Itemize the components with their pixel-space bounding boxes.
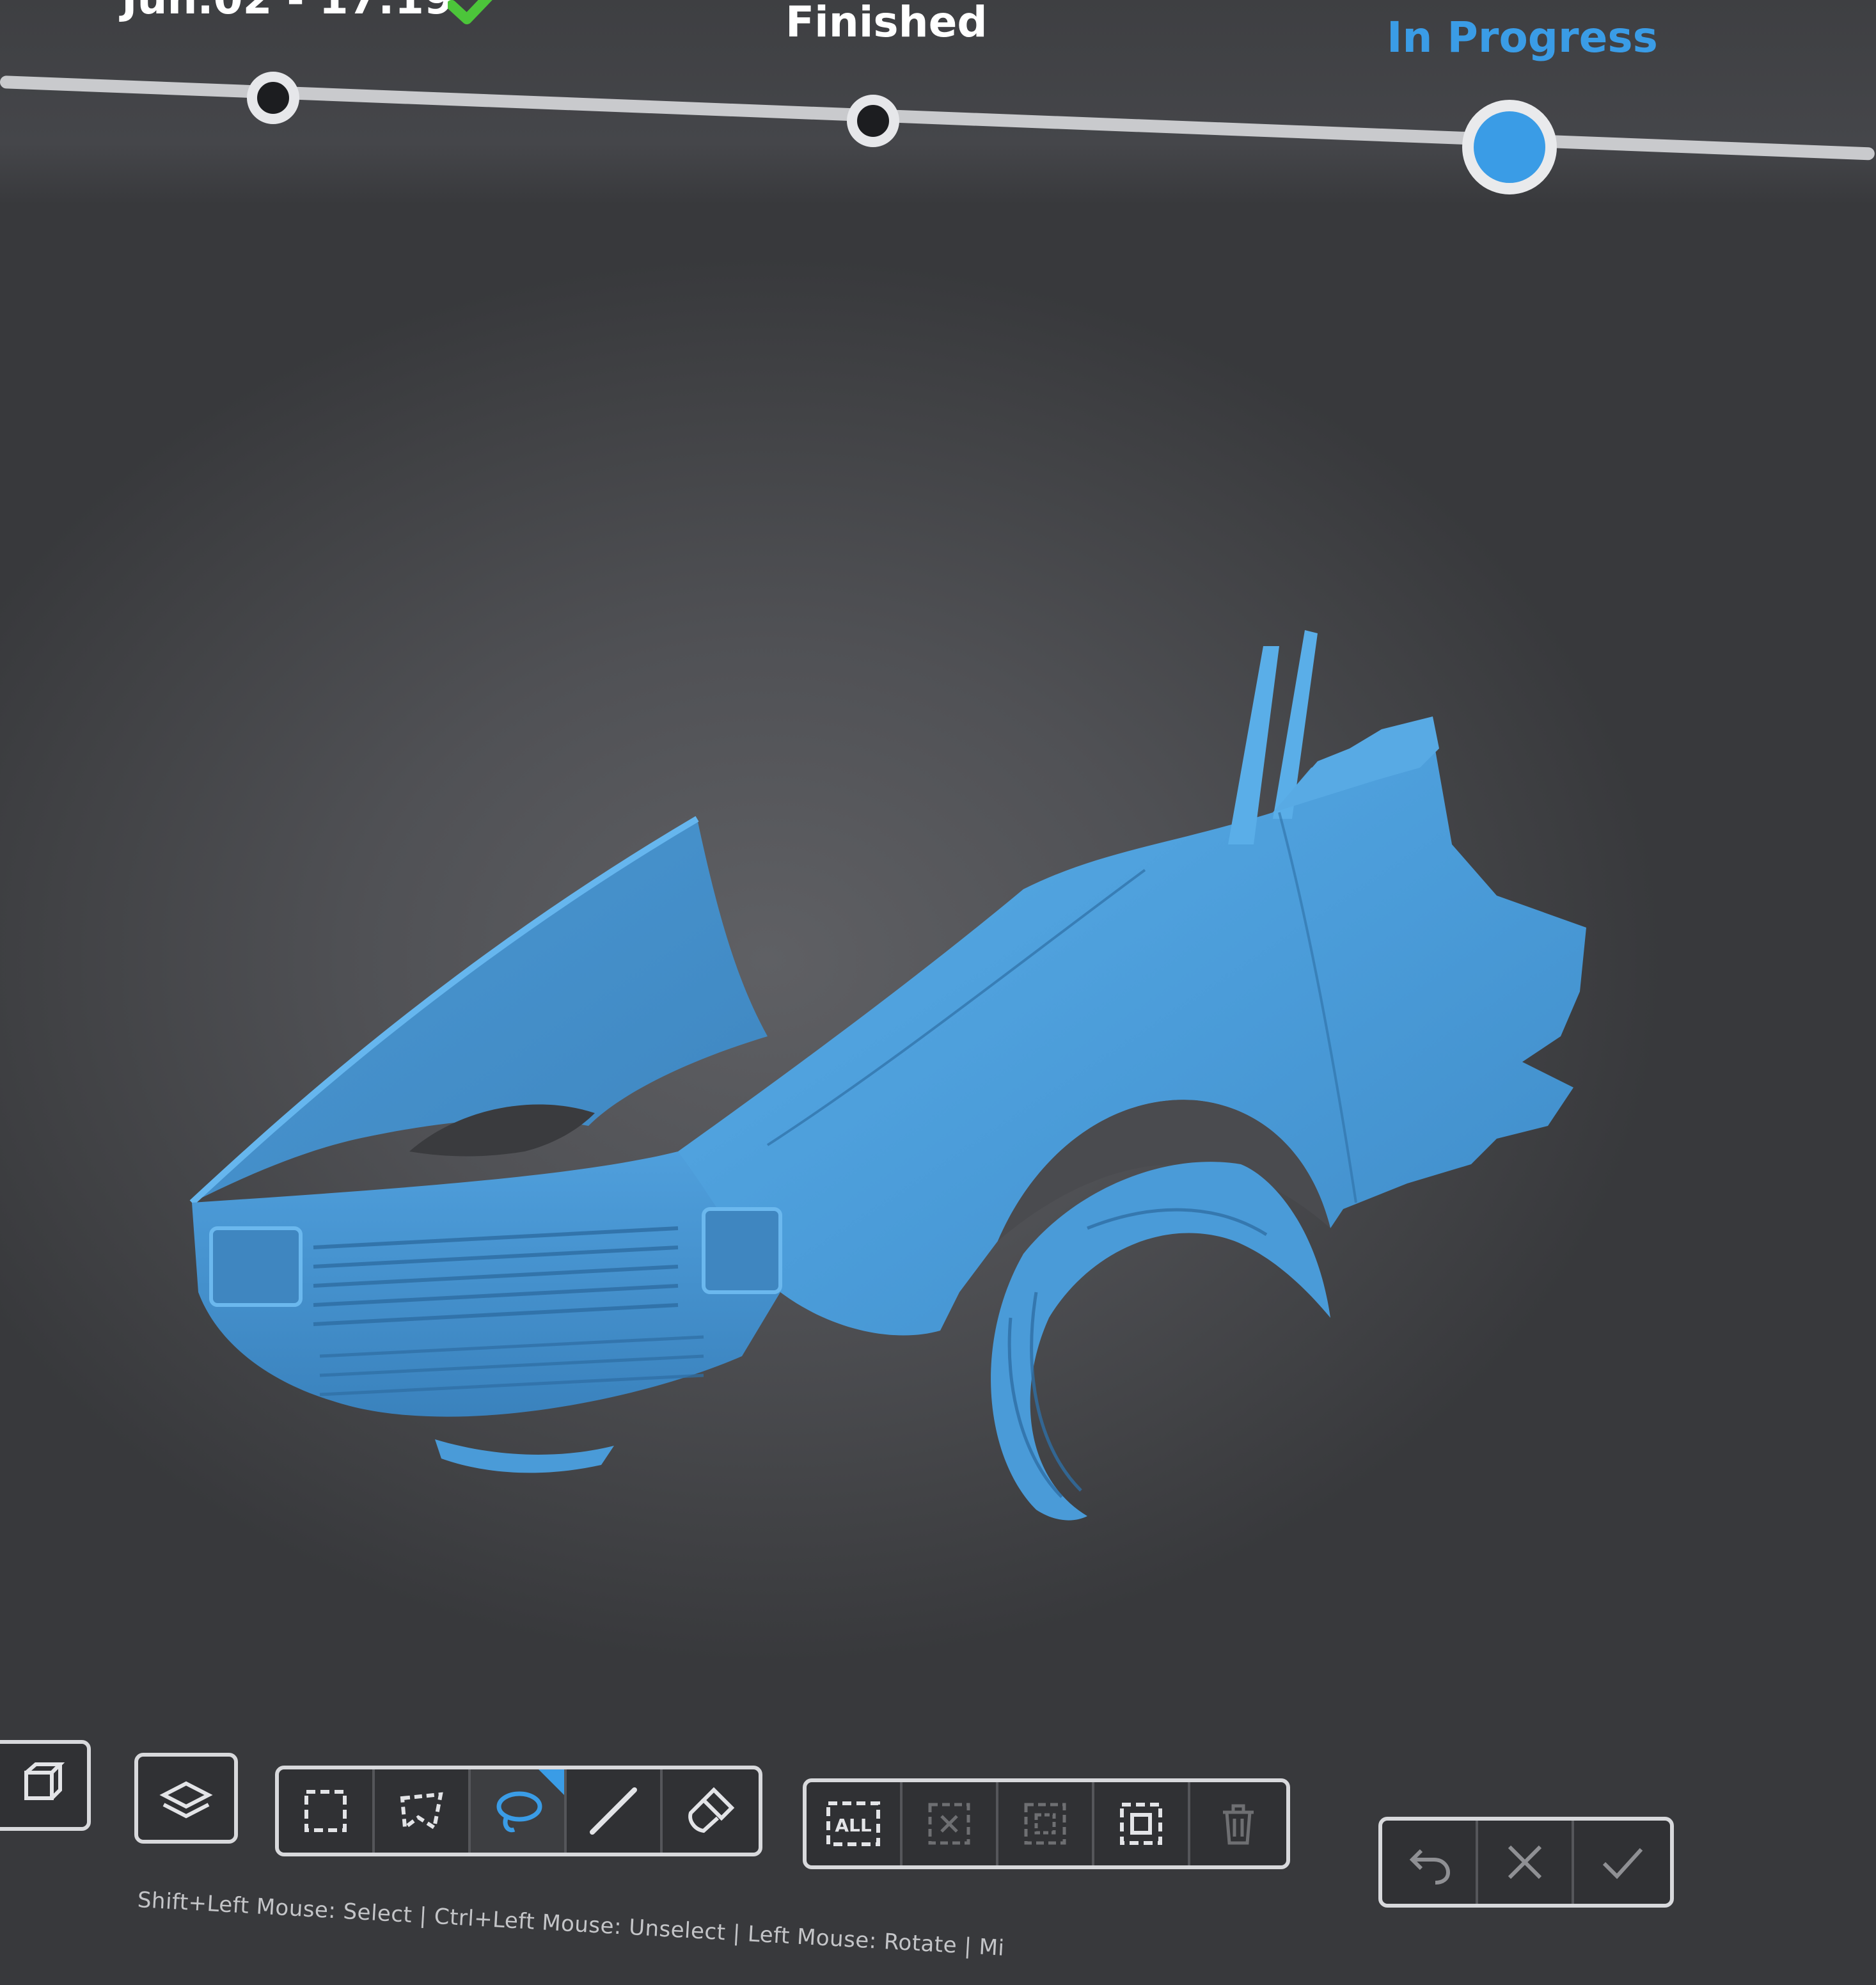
brush-select-button[interactable] (663, 1769, 759, 1853)
3d-viewport[interactable] (0, 205, 1876, 1714)
polygon-select-icon (400, 1792, 443, 1831)
delete-button[interactable] (1190, 1782, 1286, 1865)
scan-app-window: Jun.02 - 17:19 Finished In Progress (0, 0, 1876, 1985)
view-tool-group-2 (134, 1753, 238, 1844)
undo-button[interactable] (1382, 1821, 1478, 1904)
check-icon (448, 0, 493, 24)
polygon-select-button[interactable] (375, 1769, 471, 1853)
underside-edge (435, 1439, 614, 1473)
wireframe-cube-icon (24, 1762, 65, 1800)
invert-selection-icon (1024, 1803, 1066, 1845)
step-label-2: Finished (785, 0, 988, 47)
timeline-node-3-active[interactable] (1462, 100, 1557, 194)
select-all-icon: ALL (826, 1801, 880, 1846)
headlight-right (702, 1207, 782, 1294)
lasso-select-button[interactable] (471, 1769, 567, 1853)
headlight-left (209, 1226, 303, 1307)
car-front-scan-model[interactable] (0, 205, 1876, 1714)
rectangle-select-icon (304, 1790, 347, 1832)
fender-body (678, 736, 1586, 1336)
cancel-icon (1508, 1845, 1542, 1879)
layers-button[interactable] (138, 1757, 234, 1840)
timeline-node-2[interactable] (847, 95, 899, 147)
edit-tool-group: ALL (803, 1778, 1290, 1869)
step-label-3: In Progress (1387, 13, 1658, 62)
timeline-node-1[interactable] (247, 72, 299, 124)
select-connected-icon (1120, 1803, 1162, 1845)
step-label-1: Jun.02 - 17:19 (122, 0, 453, 24)
select-all-button[interactable]: ALL (807, 1782, 903, 1865)
selection-tool-group (275, 1766, 762, 1856)
line-select-button[interactable] (567, 1769, 663, 1853)
confirm-icon (1602, 1847, 1643, 1879)
action-tool-group (1378, 1817, 1674, 1908)
rectangle-select-button[interactable] (279, 1769, 375, 1853)
invert-selection-button[interactable] (998, 1782, 1094, 1865)
line-select-icon (590, 1787, 637, 1835)
layers-icon (159, 1781, 213, 1819)
active-tool-marker (539, 1769, 564, 1795)
undo-icon (1409, 1849, 1451, 1885)
deselect-icon (928, 1803, 970, 1845)
progress-timeline: Jun.02 - 17:19 Finished In Progress (0, 0, 1876, 205)
cancel-button[interactable] (1478, 1821, 1574, 1904)
brush-select-icon (688, 1787, 735, 1833)
select-all-label: ALL (835, 1815, 872, 1836)
view-tool-group-1 (0, 1740, 91, 1831)
confirm-button[interactable] (1574, 1821, 1670, 1904)
lasso-select-icon (496, 1791, 542, 1833)
deselect-button[interactable] (903, 1782, 998, 1865)
select-connected-button[interactable] (1094, 1782, 1190, 1865)
tire-scan (991, 1162, 1330, 1521)
wireframe-view-button[interactable] (0, 1744, 87, 1827)
delete-icon (1223, 1804, 1254, 1845)
